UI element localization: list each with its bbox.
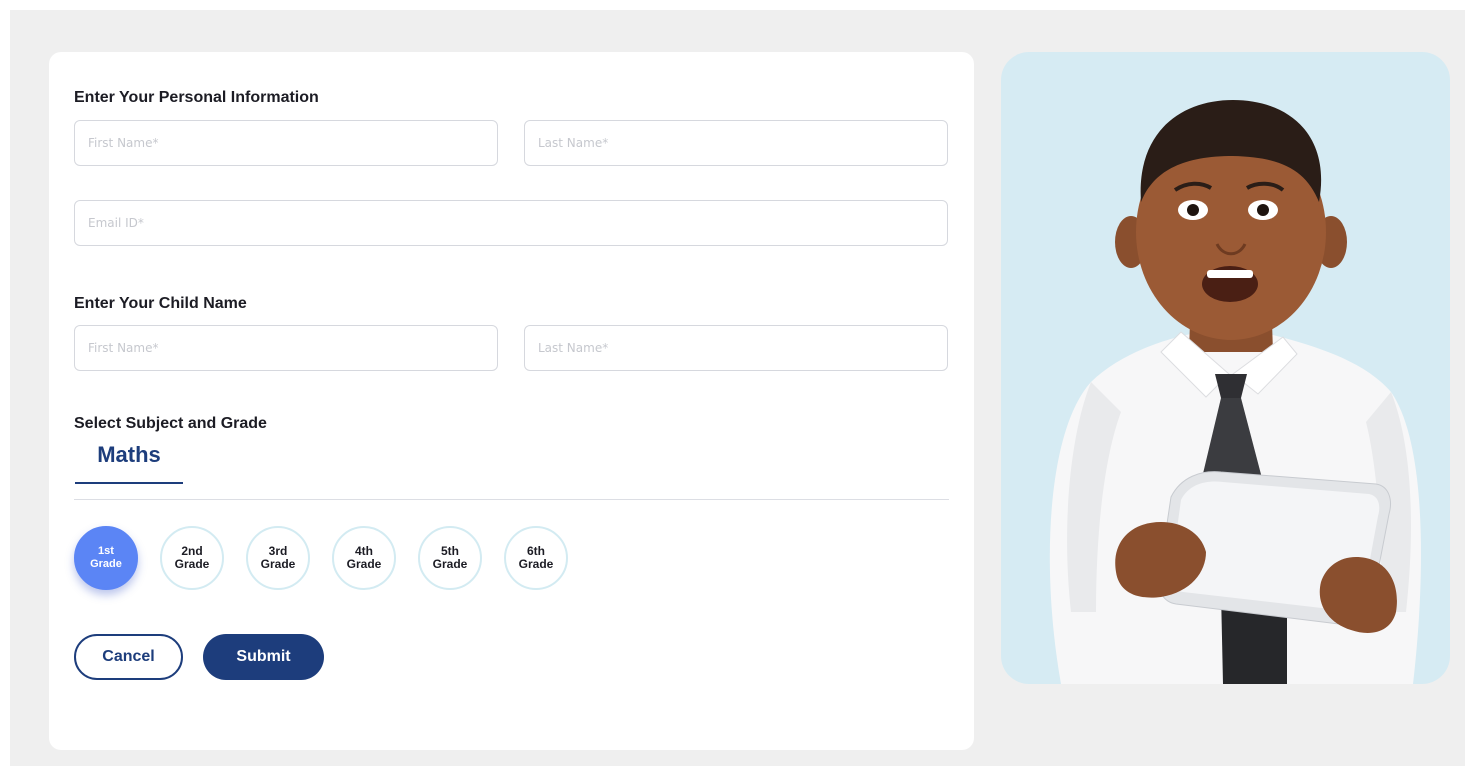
grade-option-label: 2nd Grade: [174, 544, 210, 571]
grade-option-label: 6th Grade: [518, 544, 554, 571]
subject-grade-heading: Select Subject and Grade: [74, 415, 267, 432]
email-input[interactable]: [74, 200, 948, 246]
parent-last-name-input[interactable]: [524, 120, 948, 166]
child-name-heading: Enter Your Child Name: [74, 295, 247, 312]
personal-info-heading: Enter Your Personal Information: [74, 89, 319, 106]
child-with-tablet-illustration: [1049, 100, 1421, 684]
child-first-name-input[interactable]: [74, 325, 498, 371]
grade-option-label: 1st Grade: [90, 545, 122, 570]
grade-option-label: 3rd Grade: [260, 544, 296, 571]
grade-option-2nd[interactable]: 2nd Grade: [160, 526, 224, 590]
child-last-name-input[interactable]: [524, 325, 948, 371]
page-background: Enter Your Personal Information Enter Yo…: [10, 10, 1465, 766]
grade-option-6th[interactable]: 6th Grade: [504, 526, 568, 590]
registration-form-card: Enter Your Personal Information Enter Yo…: [49, 52, 974, 750]
tab-maths[interactable]: Maths: [75, 438, 183, 484]
tab-divider: [74, 499, 949, 500]
grade-option-label: 5th Grade: [432, 544, 468, 571]
grade-option-4th[interactable]: 4th Grade: [332, 526, 396, 590]
child-photo-panel: [1001, 52, 1450, 684]
cancel-button[interactable]: Cancel: [74, 634, 183, 680]
grade-option-3rd[interactable]: 3rd Grade: [246, 526, 310, 590]
grade-option-1st[interactable]: 1st Grade: [74, 526, 138, 590]
submit-button[interactable]: Submit: [203, 634, 324, 680]
grade-option-label: 4th Grade: [346, 544, 382, 571]
parent-first-name-input[interactable]: [74, 120, 498, 166]
grade-option-5th[interactable]: 5th Grade: [418, 526, 482, 590]
